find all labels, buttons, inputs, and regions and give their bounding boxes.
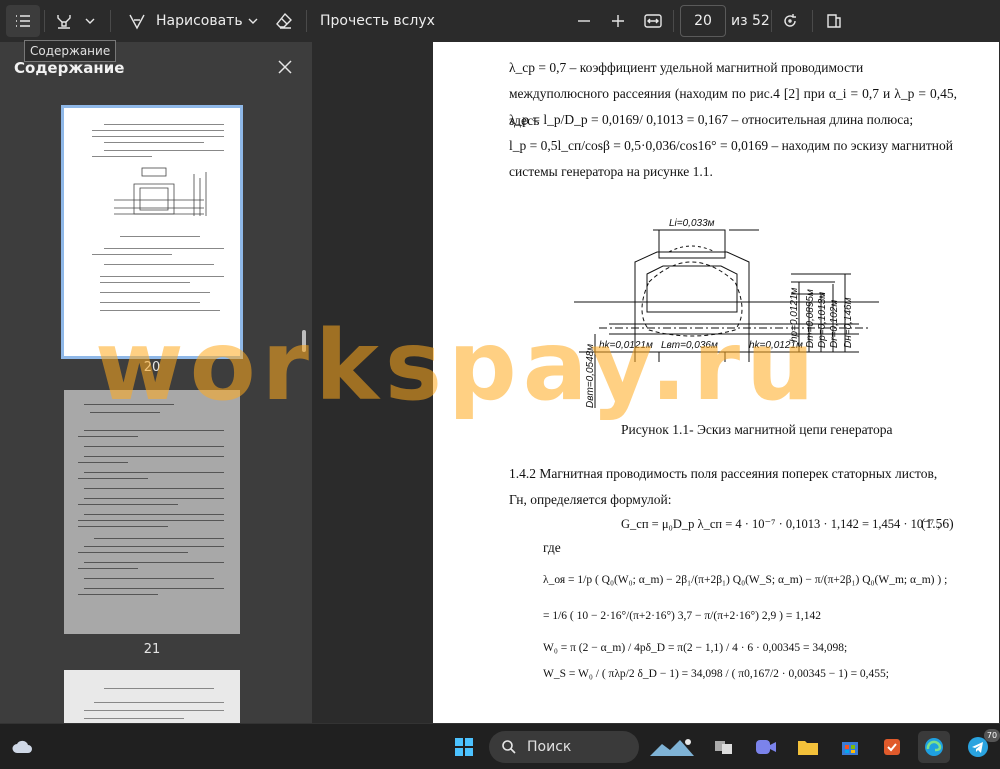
zoom-in-button[interactable]	[604, 5, 632, 37]
page-view-button[interactable]	[820, 5, 848, 37]
edge-icon	[925, 738, 943, 756]
two-page-icon	[827, 14, 841, 28]
text-line: λ_р = l_р/D_р = 0,0169/ 0,1013 = 0,167 –…	[509, 112, 914, 127]
rotate-button[interactable]	[776, 5, 804, 37]
draw-dropdown[interactable]	[243, 5, 263, 37]
toolbar-divider	[110, 10, 111, 32]
search-highlight-image[interactable]	[646, 731, 698, 763]
list-icon	[16, 15, 30, 27]
sidebar-resize-handle[interactable]	[302, 330, 306, 352]
landscape-icon	[650, 739, 694, 756]
figure-label: Dвm=0,0548м	[585, 344, 596, 408]
toc-tooltip: Содержание	[24, 40, 117, 62]
toc-sidebar: Содержание 20 21	[0, 42, 312, 723]
eraser-icon	[276, 12, 292, 29]
page-thumbnail-21[interactable]	[64, 390, 240, 634]
text-line: l_р = 0,5l_сп/cosβ = 0,5·0,036/cos16° = …	[509, 138, 954, 153]
figure-label: Dp=0,1013м	[817, 292, 828, 348]
formula-number: (1.56)	[921, 516, 954, 531]
formula-w0: W₀ = π (2 − α_m) / 4pδ_D = π(2 − 1,1) / …	[543, 642, 848, 654]
figure-caption: Рисунок 1.1- Эскиз магнитной цепи генера…	[621, 422, 893, 437]
start-button[interactable]	[448, 731, 480, 763]
windows-logo-icon	[455, 738, 473, 756]
magnetic-circuit-figure: Li=0,033м hk=0,0121м Lвm=0,036м hk=0,012…	[559, 212, 889, 416]
thumbnail-page-number: 20	[143, 360, 161, 375]
rotate-icon	[784, 14, 796, 27]
zoom-out-button[interactable]	[570, 5, 598, 37]
fit-page-button[interactable]	[638, 5, 668, 37]
page-total-label: из 52	[731, 13, 770, 29]
task-view-button[interactable]	[708, 731, 740, 763]
toc-toggle-button[interactable]	[6, 5, 40, 37]
folder-icon	[798, 741, 818, 755]
toolbar-divider	[771, 10, 772, 32]
page-thumbnail-22[interactable]	[64, 670, 240, 723]
close-icon	[278, 60, 292, 74]
page-thumbnail-20[interactable]	[61, 105, 243, 359]
text-line: λ_ср = 0,7 – коэффициент удельной магнит…	[509, 60, 864, 75]
section-line: Гн, определяется формулой:	[509, 492, 672, 507]
text-line: системы генератора на рисунке 1.1.	[509, 164, 713, 179]
task-view-icon	[715, 741, 732, 754]
pen-icon	[129, 14, 145, 30]
app-icon	[884, 739, 900, 755]
weather-widget[interactable]	[6, 731, 38, 763]
chevron-down-icon	[85, 18, 95, 24]
figure-label: Li=0,033м	[669, 218, 715, 229]
draw-button-icon-wrap[interactable]	[124, 5, 150, 37]
draw-button-label[interactable]: Нарисовать	[156, 0, 243, 42]
cloud-icon	[12, 740, 33, 753]
figure-label: hk=0,0121м	[599, 340, 653, 351]
minus-icon	[578, 20, 590, 22]
figure-label: Dн=0,146м	[843, 297, 854, 348]
eraser-button[interactable]	[270, 5, 298, 37]
toolbar-divider	[812, 10, 813, 32]
where-label: где	[543, 540, 561, 555]
chevron-down-icon	[248, 18, 258, 24]
edge-browser-button[interactable]	[918, 731, 950, 763]
notification-badge: 70	[984, 729, 1000, 742]
pole-shoe-shape	[658, 229, 726, 259]
taskbar: Поиск 70	[0, 723, 1000, 769]
thumbnail-page-number: 21	[143, 642, 161, 657]
page-number-input[interactable]	[680, 5, 726, 37]
highlight-dropdown[interactable]	[80, 5, 100, 37]
highlight-button[interactable]	[50, 5, 78, 37]
read-aloud-button[interactable]: Прочесть вслух	[320, 0, 435, 42]
magnetic-circuit-sketch: Li=0,033м hk=0,0121м Lвm=0,036м hk=0,012…	[574, 218, 879, 408]
formula-ws: W_S = W₀ / ( πλp/2 δ_D − 1) = 34,098 / (…	[543, 668, 889, 680]
toolbar: Нарисовать Прочесть вслух из 52	[0, 0, 1000, 42]
store-button[interactable]	[834, 731, 866, 763]
highlighter-icon	[57, 15, 71, 29]
search-icon	[502, 740, 516, 754]
teams-button[interactable]	[750, 731, 782, 763]
formula-lambda: λ_оя = 1/p ( Q₀(W₀; α_m) − 2β₁/(π+2β₁) Q…	[543, 574, 948, 586]
section-line: 1.4.2 Магнитная проводимость поля рассея…	[509, 466, 938, 481]
document-viewport[interactable]: λ_ср = 0,7 – коэффициент удельной магнит…	[312, 42, 1000, 723]
figure-label: Lвm=0,036м	[661, 340, 718, 351]
file-explorer-button[interactable]	[792, 731, 824, 763]
toolbar-divider	[44, 10, 45, 32]
search-label: Поиск	[527, 739, 572, 755]
taskbar-search[interactable]: Поиск	[489, 731, 639, 763]
formula-gcn: G_сп = μ₀D_р λ_сп = 4 · 10⁻⁷ · 0,1013 · …	[621, 517, 941, 531]
fit-width-icon	[644, 14, 662, 28]
figure-label: hp=0,0121м	[789, 287, 800, 342]
sidebar-close-button[interactable]	[272, 54, 298, 80]
pdf-viewer-window: Нарисовать Прочесть вслух из 52 Содержан…	[0, 0, 1000, 769]
toolbar-divider	[306, 10, 307, 32]
thumbnail-figure	[114, 167, 207, 216]
toolbar-divider	[673, 10, 674, 32]
plus-icon	[612, 15, 624, 27]
figure-label: Dm=0,0895м	[805, 289, 816, 348]
video-call-icon	[756, 740, 776, 754]
app-button[interactable]	[876, 731, 908, 763]
flux-path	[641, 261, 743, 337]
formula-lambda-value: = 1/6 ( 10 − 2·16°/(π+2·16°) 3,7 − π/(π+…	[543, 610, 822, 622]
store-bag-icon	[842, 742, 858, 755]
figure-label: Dr=0,102м	[829, 300, 840, 348]
document-page: λ_ср = 0,7 – коэффициент удельной магнит…	[433, 42, 999, 723]
